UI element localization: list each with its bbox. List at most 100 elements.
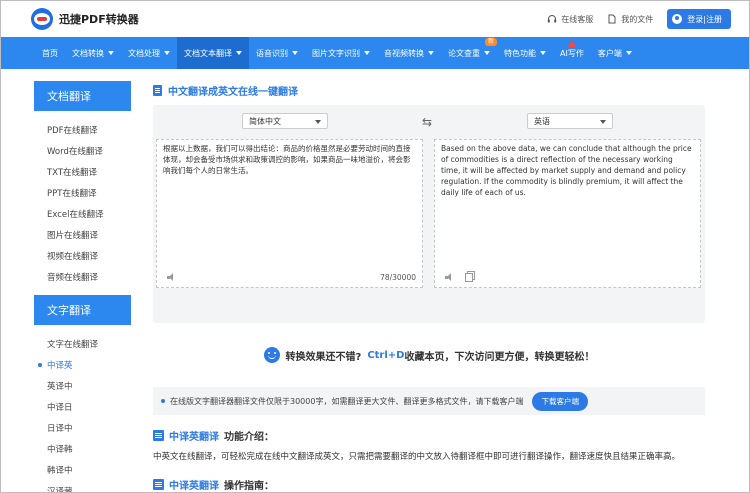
guide-heading-dark: 操作指南： xyxy=(224,480,274,492)
nav-home[interactable]: 首页 xyxy=(35,37,65,69)
page-title: 中文翻译成英文在线一键翻译 xyxy=(153,81,705,99)
logo-icon xyxy=(31,8,53,30)
online-service-label: 在线客服 xyxy=(561,14,594,24)
sidebar-item-image[interactable]: 图片在线翻译 xyxy=(34,224,131,245)
sidebar-item-video[interactable]: 视频在线翻译 xyxy=(34,245,131,266)
new-badge: 新 xyxy=(484,38,497,46)
document-icon xyxy=(153,429,164,441)
target-text-area: Based on the above data, we can conclude… xyxy=(434,139,701,288)
speaker-icon[interactable] xyxy=(445,273,455,282)
active-dot-icon xyxy=(38,362,42,367)
nav-speech[interactable]: 语音识别 xyxy=(249,37,305,69)
login-label: 登录|注册 xyxy=(687,14,722,24)
sidebar-item-text-online[interactable]: 文字在线翻译 xyxy=(34,333,131,354)
logo[interactable]: 迅捷PDF转换器 xyxy=(31,8,139,30)
nav-plagiarism[interactable]: 论文查重新 xyxy=(441,37,497,69)
nav-label: 文档文本翻译 xyxy=(184,48,232,58)
target-footer xyxy=(445,273,694,282)
my-files-link[interactable]: 我的文件 xyxy=(607,14,653,25)
target-language-value: 英语 xyxy=(534,116,550,126)
bookmark-promo: 转换效果还不错? Ctrl+D 收藏本页，下次访问更方便，转换更轻松！ xyxy=(153,344,705,366)
headset-icon xyxy=(548,15,557,23)
translator-panel: 简体中文 ⇆ 英语 根据以上数据，我们可以得出结论：商品的价格虽然是必要劳动时间… xyxy=(153,105,705,323)
nav-features[interactable]: 特色功能 xyxy=(497,37,553,69)
top-header: 迅捷PDF转换器 在线客服 我的文件 登录|注册 xyxy=(1,1,749,37)
caret-down-icon xyxy=(108,51,114,55)
nav-client[interactable]: 客户端 xyxy=(591,37,639,69)
logo-text: 迅捷PDF转换器 xyxy=(59,13,139,26)
nav-ocr[interactable]: 图片文字识别 xyxy=(305,37,377,69)
sidebar-item-excel[interactable]: Excel在线翻译 xyxy=(34,203,131,224)
file-icon xyxy=(608,14,616,24)
download-client-button[interactable]: 下载客户端 xyxy=(532,391,588,411)
sidebar-group-doc-translate: 文档翻译 xyxy=(34,81,131,111)
nav-label: 首页 xyxy=(42,48,58,58)
target-language-select[interactable]: 英语 xyxy=(527,113,613,129)
login-button[interactable]: 登录|注册 xyxy=(667,9,731,29)
nav-ai-writing[interactable]: AI写作 xyxy=(553,37,591,69)
guide-heading: 中译英翻译 操作指南： xyxy=(153,476,705,492)
nav-label: 特色功能 xyxy=(504,48,536,58)
sidebar-item-ko-zh[interactable]: 韩译中 xyxy=(34,459,131,480)
nav-label: 音视频转换 xyxy=(384,48,424,58)
nav-label: AI写作 xyxy=(560,48,584,58)
nav-label: 图片文字识别 xyxy=(312,48,360,58)
sidebar-item-ja-zh[interactable]: 日译中 xyxy=(34,417,131,438)
document-icon xyxy=(153,84,162,96)
promo-suffix: 收藏本页，下次访问更方便，转换更轻松！ xyxy=(404,351,595,363)
sidebar-item-pdf[interactable]: PDF在线翻译 xyxy=(34,119,131,140)
promo-shortcut: Ctrl+D xyxy=(367,349,405,361)
limit-notice: 在线版文字翻译器翻译文件仅限于30000字，如需翻译更大文件、翻译更多格式文件，… xyxy=(153,387,705,415)
main-content: 中文翻译成英文在线一键翻译 简体中文 ⇆ 英语 根据以上数据，我们可以得出结论：… xyxy=(153,81,705,492)
nav-label: 文档处理 xyxy=(128,48,160,58)
promo-prefix: 转换效果还不错? xyxy=(285,351,362,363)
nav-label: 语音识别 xyxy=(256,48,288,58)
sidebar-item-word[interactable]: Word在线翻译 xyxy=(34,140,131,161)
bullet-icon xyxy=(161,399,165,403)
caret-down-icon xyxy=(428,51,434,55)
nav-doc-convert[interactable]: 文档转换 xyxy=(65,37,121,69)
swap-languages-icon[interactable]: ⇆ xyxy=(422,116,432,128)
sidebar-item-zh-ko[interactable]: 中译韩 xyxy=(34,438,131,459)
sidebar-item-zh-ja[interactable]: 中译日 xyxy=(34,396,131,417)
sidebar-item-txt[interactable]: TXT在线翻译 xyxy=(34,161,131,182)
source-text-area[interactable]: 根据以上数据，我们可以得出结论：商品的价格虽然是必要劳动时间的直接体现，却会备受… xyxy=(156,139,423,288)
speaker-icon[interactable] xyxy=(167,273,177,282)
source-language-value: 简体中文 xyxy=(249,116,281,126)
sidebar-item-audio[interactable]: 音频在线翻译 xyxy=(34,266,131,287)
sidebar: 文档翻译 PDF在线翻译 Word在线翻译 TXT在线翻译 PPT在线翻译 Ex… xyxy=(34,81,131,493)
sidebar-item-en-zh[interactable]: 英译中 xyxy=(34,375,131,396)
nav-doc-process[interactable]: 文档处理 xyxy=(121,37,177,69)
intro-heading-dark: 功能介绍： xyxy=(224,431,274,443)
sidebar-item-zh-en[interactable]: 中译英 xyxy=(34,354,131,375)
source-footer: 78/30000 xyxy=(167,273,416,282)
header-actions: 在线客服 我的文件 登录|注册 xyxy=(547,9,731,29)
sidebar-group-text-translate: 文字翻译 xyxy=(34,295,131,325)
nav-doc-translate[interactable]: 文档文本翻译 xyxy=(177,37,249,69)
caret-down-icon xyxy=(540,51,546,55)
nav-label: 文档转换 xyxy=(72,48,104,58)
caret-down-icon xyxy=(292,51,298,55)
page-title-text: 中文翻译成英文在线一键翻译 xyxy=(168,86,298,98)
online-service-link[interactable]: 在线客服 xyxy=(547,14,593,25)
copy-icon[interactable] xyxy=(465,273,473,282)
document-icon xyxy=(153,478,164,490)
chevron-down-icon xyxy=(600,120,606,124)
sidebar-item-ppt[interactable]: PPT在线翻译 xyxy=(34,182,131,203)
guide-heading-blue: 中译英翻译 xyxy=(169,480,219,492)
target-text: Based on the above data, we can conclude… xyxy=(441,144,692,197)
nav-label: 论文查重 xyxy=(448,48,480,58)
caret-down-icon xyxy=(364,51,370,55)
my-files-label: 我的文件 xyxy=(621,14,654,24)
sidebar-item-zh-bo[interactable]: 汉译藏 xyxy=(34,480,131,493)
hot-badge-icon xyxy=(567,40,576,47)
main-nav: 首页 文档转换 文档处理 文档文本翻译 语音识别 图片文字识别 音视频转换 论文… xyxy=(1,37,749,69)
smile-icon xyxy=(263,347,280,363)
nav-av-convert[interactable]: 音视频转换 xyxy=(377,37,441,69)
intro-heading-blue: 中译英翻译 xyxy=(169,431,219,443)
source-language-select[interactable]: 简体中文 xyxy=(242,113,328,129)
caret-down-icon xyxy=(236,51,242,55)
notice-text: 在线版文字翻译器翻译文件仅限于30000字，如需翻译更大文件、翻译更多格式文件，… xyxy=(170,396,524,406)
caret-down-icon xyxy=(625,51,632,55)
sidebar-item-label: 中译英 xyxy=(47,360,73,371)
